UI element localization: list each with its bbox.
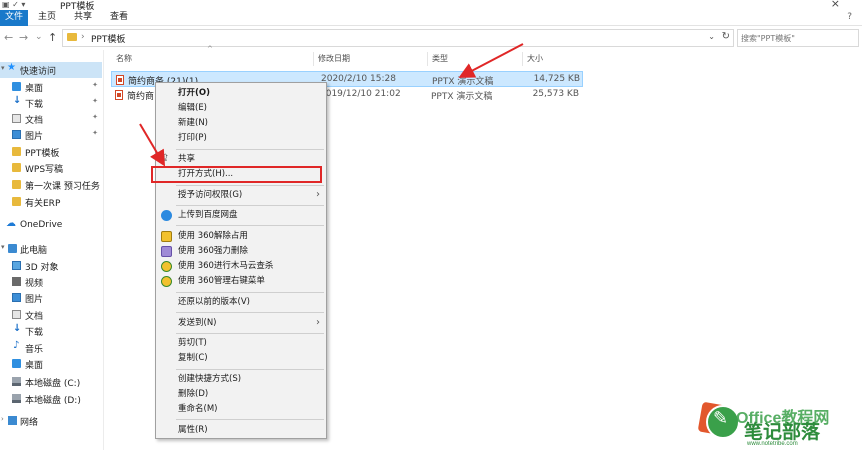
watermark-line2: 笔记部落 [744,421,821,443]
watermark-url: www.notetribe.com [747,441,798,447]
annotation-arrow-to-open-with [139,123,166,167]
annotation-arrow-to-type [458,43,524,78]
pen-icon: ✎ [713,408,729,429]
annotation-arrows [139,43,524,167]
